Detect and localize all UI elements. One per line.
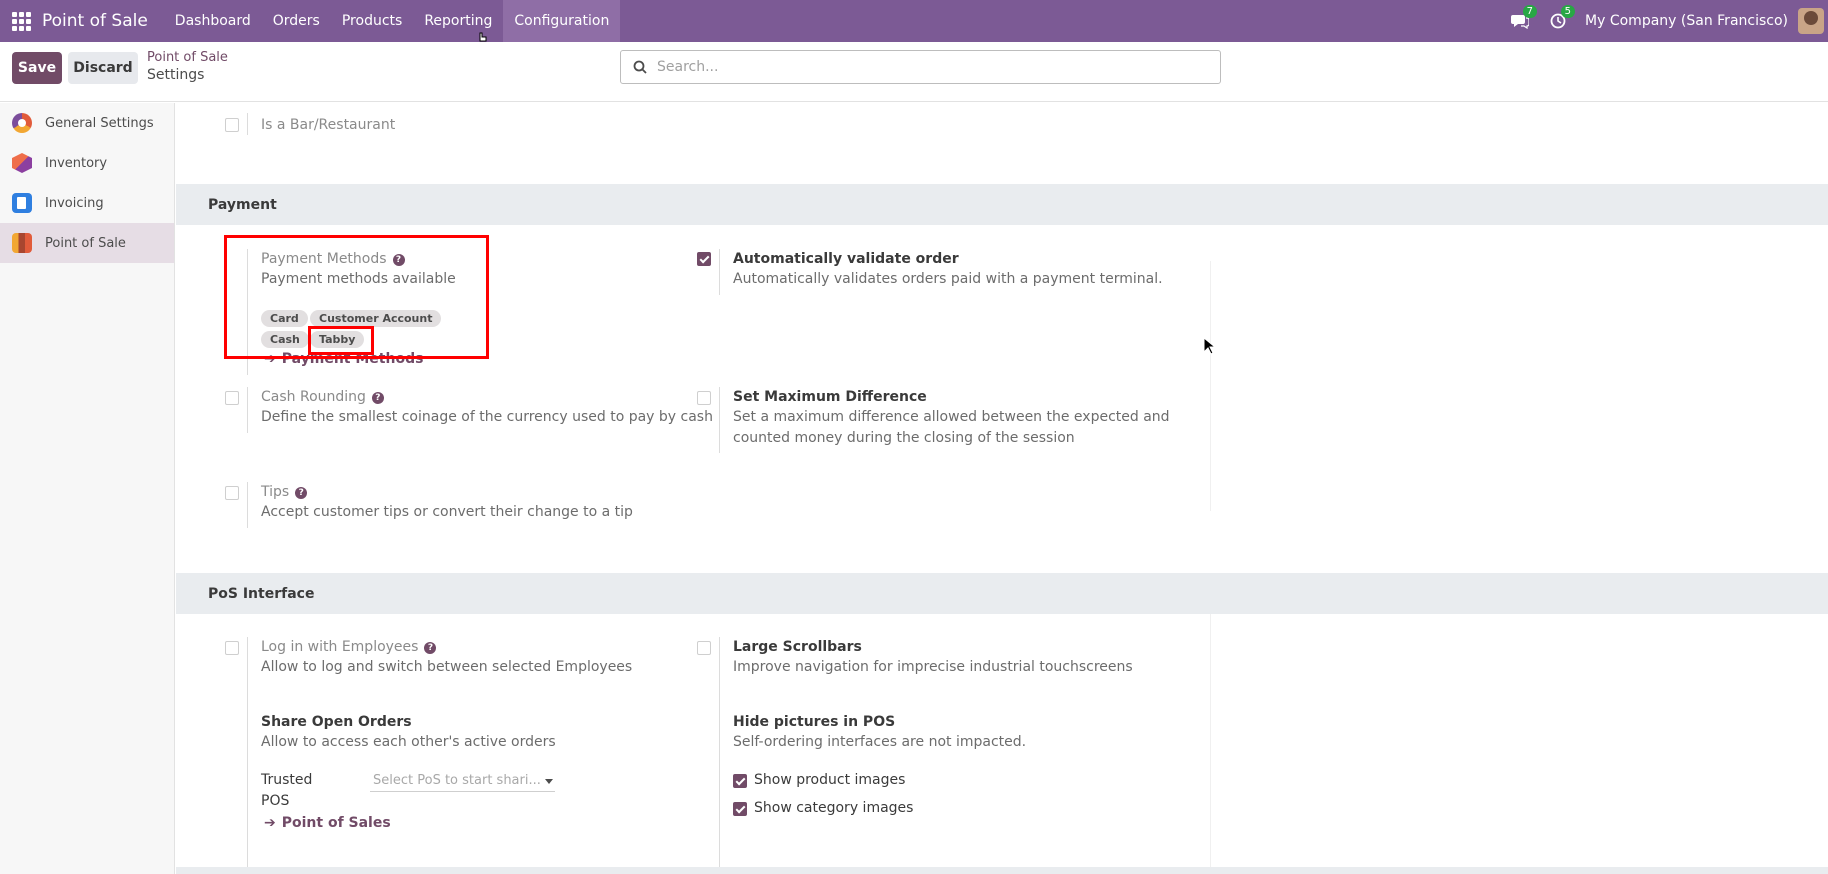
menu-configuration[interactable]: Configuration	[503, 0, 621, 42]
sidebar-item-label: Inventory	[45, 155, 108, 171]
help-icon[interactable]: ?	[371, 392, 384, 404]
sidebar-item-invoicing[interactable]: Invoicing	[0, 183, 174, 223]
employees-login-description: Allow to log and switch between selected…	[261, 659, 633, 675]
trusted-pos-select-placeholder: Select PoS to start shari...	[373, 773, 541, 788]
cash-rounding-title: Cash Rounding?	[261, 389, 384, 405]
sidebar-item-inventory[interactable]: Inventory	[0, 143, 174, 183]
general-settings-icon	[12, 113, 32, 133]
employees-login-title-text: Log in with Employees	[261, 639, 419, 655]
show-category-images-label: Show category images	[754, 800, 914, 816]
messages-icon[interactable]: 7	[1505, 0, 1538, 42]
tips-title: Tips?	[261, 484, 308, 500]
arrow-right-icon: ➔	[264, 815, 276, 831]
trusted-pos-select[interactable]: Select PoS to start shari...	[370, 770, 555, 792]
max-difference-checkbox[interactable]	[697, 391, 711, 405]
highlight-box-tabby-tag	[308, 326, 374, 355]
tips-description: Accept customer tips or convert their ch…	[261, 504, 633, 520]
cash-rounding-title-text: Cash Rounding	[261, 389, 366, 405]
column-divider	[1210, 261, 1211, 511]
show-product-images-checkbox[interactable]	[733, 774, 747, 788]
trusted-pos-label-line-1: Trusted	[261, 772, 313, 788]
large-scrollbars-description: Improve navigation for imprecise industr…	[733, 659, 1133, 675]
app-name[interactable]: Point of Sale	[42, 11, 148, 31]
caret-down-icon	[545, 779, 553, 784]
search-icon	[633, 60, 647, 74]
mouse-cursor-icon	[1203, 337, 1215, 355]
hand-cursor-icon	[479, 32, 487, 42]
tips-title-text: Tips	[261, 484, 290, 500]
column-divider	[1210, 613, 1211, 874]
sidebar-item-label: General Settings	[45, 115, 154, 131]
messages-badge: 7	[1522, 5, 1538, 18]
next-section-strip	[176, 867, 1828, 874]
max-difference-description-line-1: Set a maximum difference allowed between…	[733, 409, 1170, 425]
menu-products[interactable]: Products	[331, 0, 413, 42]
save-button[interactable]: Save	[12, 52, 62, 84]
top-navbar: Point of Sale Dashboard Orders Products …	[0, 0, 1828, 42]
inventory-icon	[12, 153, 32, 173]
activities-icon[interactable]: 5	[1543, 0, 1576, 42]
employees-login-title: Log in with Employees?	[261, 639, 437, 655]
setting-divider	[247, 482, 248, 528]
show-product-images-label: Show product images	[754, 772, 906, 788]
hide-pictures-description: Self-ordering interfaces are not impacte…	[733, 734, 1027, 750]
user-avatar[interactable]	[1798, 8, 1824, 34]
sidebar-item-label: Invoicing	[45, 195, 104, 211]
pos-interface-section-title: PoS Interface	[176, 573, 1828, 614]
settings-sidebar: General Settings Inventory Invoicing Poi…	[0, 103, 175, 874]
activities-badge: 5	[1560, 5, 1576, 18]
sidebar-item-point-of-sale[interactable]: Point of Sale	[0, 223, 174, 263]
point-of-sales-link[interactable]: ➔ Point of Sales	[264, 815, 391, 831]
share-orders-description: Allow to access each other's active orde…	[261, 734, 556, 750]
setting-divider	[247, 387, 248, 433]
hide-pictures-title: Hide pictures in POS	[733, 714, 896, 730]
control-panel: Save Discard Point of Sale Settings	[0, 42, 1828, 102]
menu-reporting[interactable]: Reporting	[413, 0, 503, 42]
bar-restaurant-checkbox[interactable]	[225, 118, 239, 132]
invoicing-icon	[12, 193, 32, 213]
breadcrumb-current: Settings	[147, 67, 205, 83]
point-of-sales-link-text: Point of Sales	[281, 815, 391, 831]
setting-divider	[247, 113, 248, 135]
trusted-pos-label-line-2: POS	[261, 793, 290, 809]
point-of-sale-icon	[12, 233, 32, 253]
large-scrollbars-checkbox[interactable]	[697, 641, 711, 655]
auto-validate-title: Automatically validate order	[733, 251, 959, 267]
show-category-images-checkbox[interactable]	[733, 802, 747, 816]
cash-rounding-checkbox[interactable]	[225, 391, 239, 405]
payment-section-title: Payment	[176, 184, 1828, 225]
setting-divider	[719, 387, 720, 453]
help-icon[interactable]: ?	[295, 487, 308, 499]
large-scrollbars-title: Large Scrollbars	[733, 639, 862, 655]
search-input[interactable]	[657, 59, 1157, 75]
breadcrumb-parent[interactable]: Point of Sale	[147, 50, 228, 65]
auto-validate-description: Automatically validates orders paid with…	[733, 271, 1163, 287]
company-switcher[interactable]: My Company (San Francisco)	[1585, 13, 1788, 29]
settings-content: Is a Bar/Restaurant Payment Payment Meth…	[176, 103, 1828, 874]
setting-divider	[719, 637, 720, 874]
menu-dashboard[interactable]: Dashboard	[164, 0, 262, 42]
help-icon[interactable]: ?	[424, 642, 437, 654]
employees-login-checkbox[interactable]	[225, 641, 239, 655]
sidebar-item-general-settings[interactable]: General Settings	[0, 103, 174, 143]
share-orders-title: Share Open Orders	[261, 714, 412, 730]
search-bar[interactable]	[620, 50, 1221, 84]
auto-validate-checkbox[interactable]	[697, 252, 711, 266]
sidebar-item-label: Point of Sale	[45, 235, 126, 251]
tips-checkbox[interactable]	[225, 486, 239, 500]
setting-divider	[719, 249, 720, 295]
cash-rounding-description: Define the smallest coinage of the curre…	[261, 409, 713, 425]
bar-restaurant-label: Is a Bar/Restaurant	[261, 117, 396, 133]
menu-orders[interactable]: Orders	[262, 0, 331, 42]
apps-menu-icon[interactable]	[0, 0, 42, 42]
setting-divider	[247, 637, 248, 874]
max-difference-title: Set Maximum Difference	[733, 389, 927, 405]
discard-button[interactable]: Discard	[68, 52, 138, 84]
max-difference-description-line-2: counted money during the closing of the …	[733, 430, 1075, 446]
